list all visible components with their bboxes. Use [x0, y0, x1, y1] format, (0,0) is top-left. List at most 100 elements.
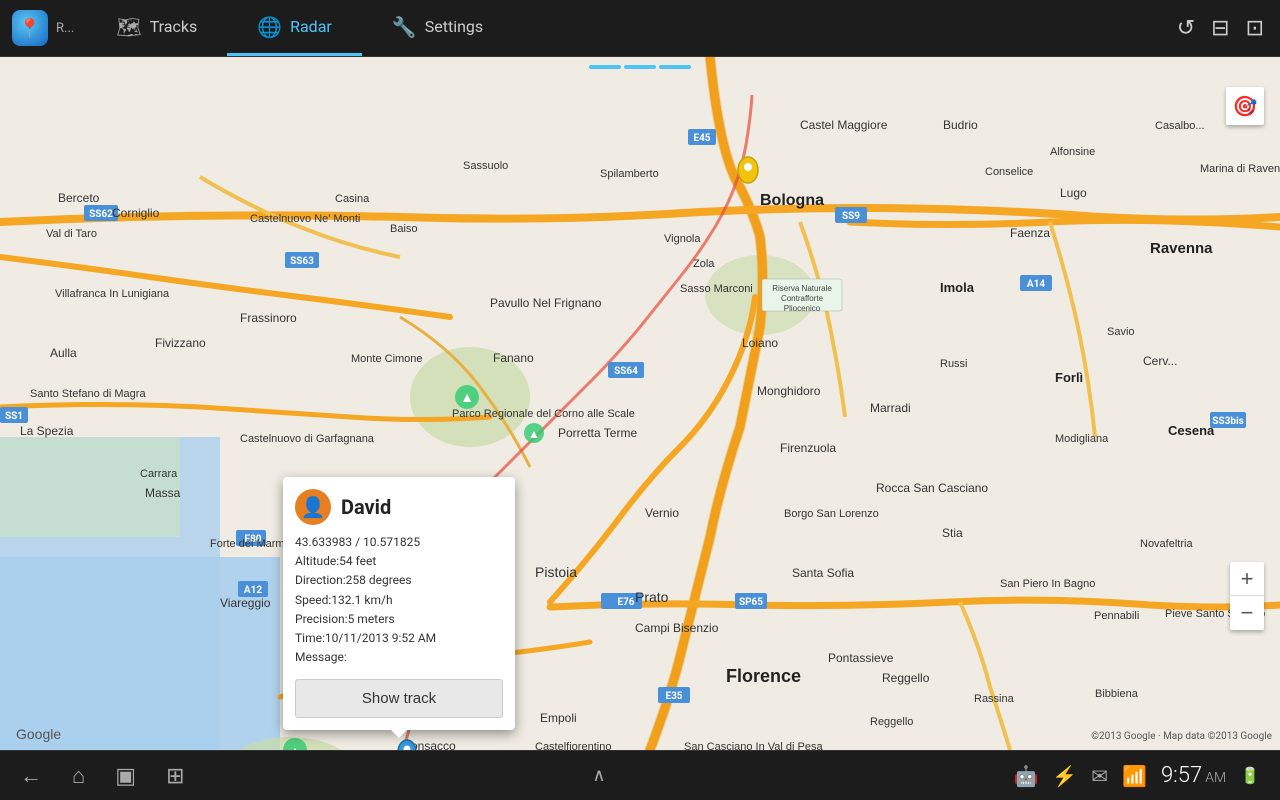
svg-text:Cesena: Cesena	[1168, 423, 1215, 438]
svg-text:Villafranca In Lunigiana: Villafranca In Lunigiana	[55, 288, 170, 300]
svg-text:Bologna: Bologna	[760, 192, 824, 209]
svg-text:Berceto: Berceto	[58, 191, 100, 205]
svg-text:Russi: Russi	[940, 358, 968, 370]
svg-text:Aulla: Aulla	[50, 346, 77, 360]
svg-text:▲: ▲	[460, 390, 474, 406]
up-arrow-button[interactable]: ∧	[592, 765, 605, 786]
nav-tabs: 🗺 Tracks 🌐 Radar 🔧 Settings	[86, 0, 1160, 56]
svg-text:A14: A14	[1027, 279, 1045, 290]
svg-text:Pavullo Nel Frignano: Pavullo Nel Frignano	[490, 296, 602, 310]
svg-text:Bibbiena: Bibbiena	[1095, 688, 1139, 700]
popup-precision: Precision:5 meters	[295, 610, 503, 629]
recent-button[interactable]: ▣	[115, 763, 136, 789]
google-label: Google	[16, 726, 61, 742]
location-button[interactable]: 🎯	[1226, 87, 1264, 125]
svg-text:SS63: SS63	[290, 256, 314, 267]
svg-text:Vernio: Vernio	[645, 506, 679, 520]
radar-icon: 🌐	[257, 15, 282, 39]
home-button[interactable]: ⌂	[72, 763, 85, 789]
svg-text:Firenzuola: Firenzuola	[780, 441, 836, 455]
svg-text:Modigliana: Modigliana	[1055, 433, 1109, 445]
svg-text:Fanano: Fanano	[493, 351, 534, 365]
svg-text:Castelnuovo di Garfagnana: Castelnuovo di Garfagnana	[240, 433, 375, 445]
svg-text:Lugo: Lugo	[1060, 186, 1087, 200]
bottom-navigation-bar: ← ⌂ ▣ ⊞ ∧ 🤖 ⚡ ✉ 📶 9:57AM 🔋	[0, 750, 1280, 800]
svg-text:SP65: SP65	[739, 597, 763, 608]
email-icon: ✉	[1091, 764, 1108, 788]
svg-text:Ravenna: Ravenna	[1150, 240, 1213, 257]
tracks-icon: 🗺	[116, 15, 141, 39]
popup-altitude: Altitude:54 feet	[295, 552, 503, 571]
tab-settings-label: Settings	[425, 17, 483, 36]
svg-text:SS3bis: SS3bis	[1212, 416, 1243, 427]
svg-text:San Piero In Bagno: San Piero In Bagno	[1000, 578, 1095, 590]
svg-text:Castelfiorentino: Castelfiorentino	[535, 741, 611, 750]
svg-text:SS9: SS9	[842, 211, 860, 222]
svg-text:Marina di Raven...: Marina di Raven...	[1200, 163, 1280, 175]
svg-text:E76: E76	[617, 597, 634, 608]
map-svg: E45 SS9 A14 SS64 SS67 SP65 E35 SS3bis SS…	[0, 57, 1280, 750]
export-button[interactable]: ⊡	[1246, 15, 1264, 41]
svg-text:Castelnuovo Ne' Monti: Castelnuovo Ne' Monti	[250, 213, 360, 225]
tab-tracks[interactable]: 🗺 Tracks	[86, 0, 227, 56]
svg-text:Porretta Terme: Porretta Terme	[558, 426, 637, 440]
scroll-bar-3	[659, 65, 691, 69]
svg-text:A12: A12	[244, 585, 262, 596]
svg-text:La Spezia: La Spezia	[20, 424, 74, 438]
svg-text:Pistoia: Pistoia	[535, 564, 577, 580]
svg-text:Loiano: Loiano	[742, 336, 778, 350]
back-button[interactable]: ←	[20, 763, 42, 789]
avatar-icon: 👤	[301, 495, 326, 519]
time-display: 9:57AM	[1161, 763, 1226, 788]
multi-button[interactable]: ⊞	[166, 763, 184, 789]
google-watermark: Google	[16, 726, 61, 742]
tab-radar[interactable]: 🌐 Radar	[227, 0, 362, 56]
svg-text:Prato: Prato	[635, 589, 669, 605]
svg-text:E35: E35	[665, 691, 682, 702]
signal-icon: 📶	[1122, 764, 1147, 788]
svg-text:SS62: SS62	[89, 209, 113, 220]
svg-text:E45: E45	[693, 133, 710, 144]
popup-avatar: 👤	[295, 489, 331, 525]
svg-text:Reggello: Reggello	[870, 716, 913, 728]
svg-text:Fivizzano: Fivizzano	[155, 336, 206, 350]
popup-header: 👤 David	[295, 489, 503, 525]
filter-button[interactable]: ⊟	[1211, 15, 1229, 41]
bottom-nav-group: ← ⌂ ▣ ⊞	[20, 763, 185, 789]
svg-text:▲: ▲	[528, 427, 540, 441]
bottom-status-group: 🤖 ⚡ ✉ 📶 9:57AM 🔋	[1013, 763, 1260, 788]
android-icon: 🤖	[1013, 764, 1038, 788]
zoom-in-button[interactable]: +	[1230, 562, 1264, 596]
battery-icon: 🔋	[1240, 766, 1260, 785]
nav-actions: ↺ ⊟ ⊡	[1161, 15, 1280, 41]
svg-text:Campi Bisenzio: Campi Bisenzio	[635, 621, 719, 635]
top-navigation-bar: 📍 R... 🗺 Tracks 🌐 Radar 🔧 Settings ↺ ⊟ ⊡	[0, 0, 1280, 57]
svg-text:Faenza: Faenza	[1010, 226, 1050, 240]
svg-text:Spilamberto: Spilamberto	[600, 168, 659, 180]
scroll-indicator	[589, 65, 691, 69]
show-track-button[interactable]: Show track	[295, 679, 503, 718]
svg-text:Pontassieve: Pontassieve	[828, 651, 894, 665]
refresh-button[interactable]: ↺	[1177, 15, 1195, 41]
svg-text:Pennabili: Pennabili	[1094, 610, 1139, 622]
tab-settings[interactable]: 🔧 Settings	[362, 0, 513, 56]
svg-text:Alfonsine: Alfonsine	[1050, 146, 1095, 158]
svg-text:Massa: Massa	[145, 486, 181, 500]
svg-text:Savio: Savio	[1107, 326, 1135, 338]
info-popup: 👤 David 43.633983 / 10.571825 Altitude:5…	[283, 477, 515, 730]
svg-text:Baiso: Baiso	[390, 223, 418, 235]
zoom-out-button[interactable]: −	[1230, 596, 1264, 630]
app-label: R...	[56, 21, 74, 36]
svg-text:Corniglio: Corniglio	[112, 206, 160, 220]
map-area[interactable]: E45 SS9 A14 SS64 SS67 SP65 E35 SS3bis SS…	[0, 57, 1280, 750]
svg-text:Imola: Imola	[940, 280, 975, 295]
svg-text:Forlì: Forlì	[1055, 370, 1083, 385]
app-icon: 📍	[12, 10, 48, 46]
svg-text:Rassina: Rassina	[974, 693, 1015, 705]
svg-text:Rocca San Casciano: Rocca San Casciano	[876, 481, 988, 495]
svg-text:Marradi: Marradi	[870, 401, 911, 415]
svg-text:Vignola: Vignola	[664, 233, 701, 245]
popup-message: Message:	[295, 648, 503, 667]
popup-coordinates: 43.633983 / 10.571825	[295, 533, 503, 552]
svg-text:Forte dei Marmi: Forte dei Marmi	[210, 538, 287, 550]
